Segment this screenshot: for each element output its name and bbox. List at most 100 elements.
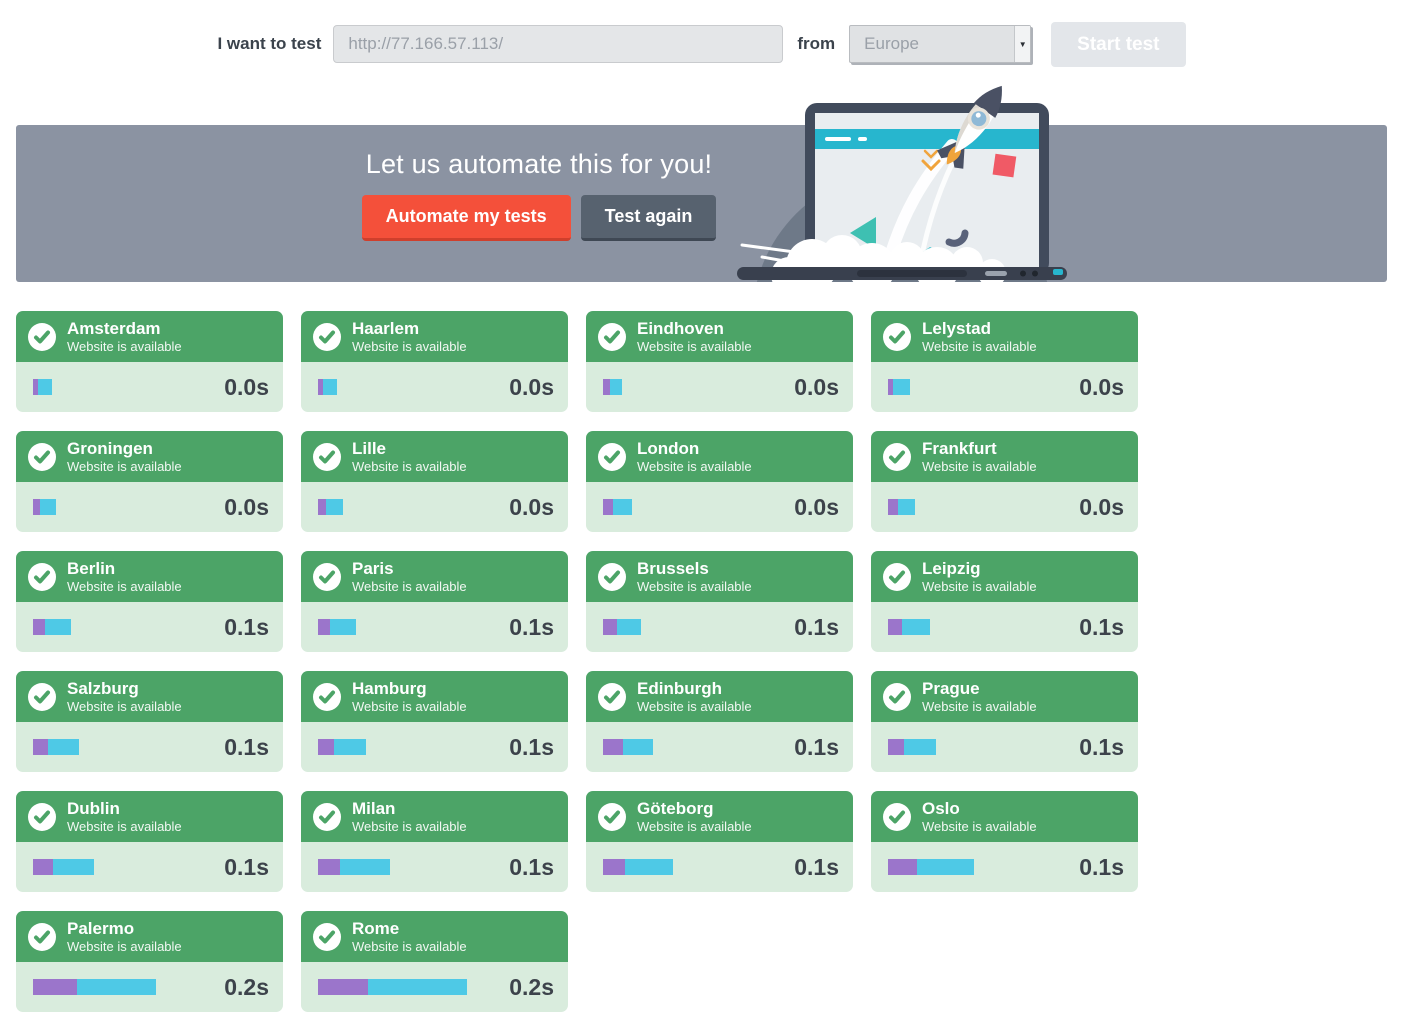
load-time-value: 0.1s <box>1079 853 1124 880</box>
timing-bar <box>603 859 673 875</box>
timing-bar <box>33 619 71 635</box>
card-body: 0.0s <box>871 362 1138 412</box>
load-time-value: 0.0s <box>224 493 269 520</box>
timing-bar <box>318 499 343 515</box>
city-card: Amsterdam Website is available 0.0s <box>16 311 283 412</box>
city-name: Palermo <box>67 918 135 938</box>
city-card: Rome Website is available 0.2s <box>301 911 568 1012</box>
load-time-value: 0.0s <box>509 493 554 520</box>
check-icon <box>883 802 911 831</box>
timing-bar <box>603 619 641 635</box>
test-again-button[interactable]: Test again <box>580 195 717 241</box>
timing-bar-purple-segment <box>888 499 898 515</box>
timing-bar <box>33 499 56 515</box>
card-body: 0.1s <box>16 842 283 892</box>
check-icon <box>313 802 341 831</box>
city-name: Leipzig <box>922 558 981 578</box>
availability-status: Website is available <box>67 339 182 355</box>
city-card: Hamburg Website is available 0.1s <box>301 671 568 772</box>
load-time-value: 0.1s <box>794 853 839 880</box>
city-card: Frankfurt Website is available 0.0s <box>871 431 1138 532</box>
card-header: Brussels Website is available <box>586 551 853 602</box>
url-input[interactable] <box>333 25 784 63</box>
check-icon <box>883 442 911 471</box>
city-card: Palermo Website is available 0.2s <box>16 911 283 1012</box>
availability-status: Website is available <box>637 579 752 595</box>
timing-bar-purple-segment <box>603 619 617 635</box>
timing-bar-purple-segment <box>603 499 613 515</box>
timing-bar-purple-segment <box>33 979 77 995</box>
card-header: Lelystad Website is available <box>871 311 1138 362</box>
city-name: Brussels <box>637 558 709 578</box>
load-time-value: 0.0s <box>224 373 269 400</box>
timing-bar <box>318 979 467 995</box>
card-header: Hamburg Website is available <box>301 671 568 722</box>
timing-bar-cyan-segment <box>625 859 673 875</box>
check-icon <box>28 802 56 831</box>
automate-my-tests-button[interactable]: Automate my tests <box>361 195 571 241</box>
check-icon <box>883 562 911 591</box>
timing-bar <box>888 619 930 635</box>
availability-status: Website is available <box>922 339 1037 355</box>
card-header: London Website is available <box>586 431 853 482</box>
check-icon <box>28 922 56 951</box>
load-time-value: 0.1s <box>224 613 269 640</box>
card-body: 0.1s <box>871 842 1138 892</box>
load-time-value: 0.0s <box>1079 373 1124 400</box>
city-name: London <box>637 438 700 458</box>
card-header: Leipzig Website is available <box>871 551 1138 602</box>
city-card: Lille Website is available 0.0s <box>301 431 568 532</box>
city-card: Brussels Website is available 0.1s <box>586 551 853 652</box>
timing-bar <box>603 379 622 395</box>
timing-bar-cyan-segment <box>623 739 653 755</box>
city-name: Frankfurt <box>922 438 997 458</box>
load-time-value: 0.0s <box>794 373 839 400</box>
city-card: Berlin Website is available 0.1s <box>16 551 283 652</box>
check-icon <box>313 562 341 591</box>
timing-bar-purple-segment <box>318 979 368 995</box>
card-body: 0.0s <box>301 482 568 532</box>
availability-status: Website is available <box>922 579 1037 595</box>
city-card: Lelystad Website is available 0.0s <box>871 311 1138 412</box>
start-test-button[interactable]: Start test <box>1051 22 1186 67</box>
banner-headline: Let us automate this for you! <box>365 149 713 179</box>
card-header: Edinburgh Website is available <box>586 671 853 722</box>
availability-status: Website is available <box>352 579 467 595</box>
card-body: 0.1s <box>301 722 568 772</box>
card-header: Prague Website is available <box>871 671 1138 722</box>
card-header: Lille Website is available <box>301 431 568 482</box>
check-icon <box>313 322 341 351</box>
card-body: 0.1s <box>301 602 568 652</box>
card-body: 0.0s <box>586 362 853 412</box>
city-name: Oslo <box>922 798 960 818</box>
city-card: Eindhoven Website is available 0.0s <box>586 311 853 412</box>
card-header: Oslo Website is available <box>871 791 1138 842</box>
timing-bar <box>33 379 52 395</box>
city-name: Göteborg <box>637 798 714 818</box>
availability-status: Website is available <box>67 939 182 955</box>
region-select[interactable]: Europe ▼ <box>849 25 1032 63</box>
check-icon <box>313 442 341 471</box>
check-icon <box>28 322 56 351</box>
card-header: Haarlem Website is available <box>301 311 568 362</box>
check-icon <box>598 442 626 471</box>
timing-bar-cyan-segment <box>38 379 52 395</box>
card-header: Berlin Website is available <box>16 551 283 602</box>
rocket-laptop-illustration <box>737 85 1067 470</box>
card-header: Frankfurt Website is available <box>871 431 1138 482</box>
availability-status: Website is available <box>352 939 467 955</box>
check-icon <box>883 322 911 351</box>
load-time-value: 0.1s <box>509 853 554 880</box>
check-icon <box>28 682 56 711</box>
city-card: Edinburgh Website is available 0.1s <box>586 671 853 772</box>
card-body: 0.2s <box>16 962 283 1012</box>
load-time-value: 0.0s <box>1079 493 1124 520</box>
load-time-value: 0.2s <box>224 973 269 1000</box>
load-time-value: 0.1s <box>224 733 269 760</box>
availability-status: Website is available <box>67 459 182 475</box>
city-name: Milan <box>352 798 396 818</box>
availability-status: Website is available <box>637 339 752 355</box>
timing-bar-purple-segment <box>318 859 340 875</box>
card-header: Paris Website is available <box>301 551 568 602</box>
check-icon <box>598 562 626 591</box>
